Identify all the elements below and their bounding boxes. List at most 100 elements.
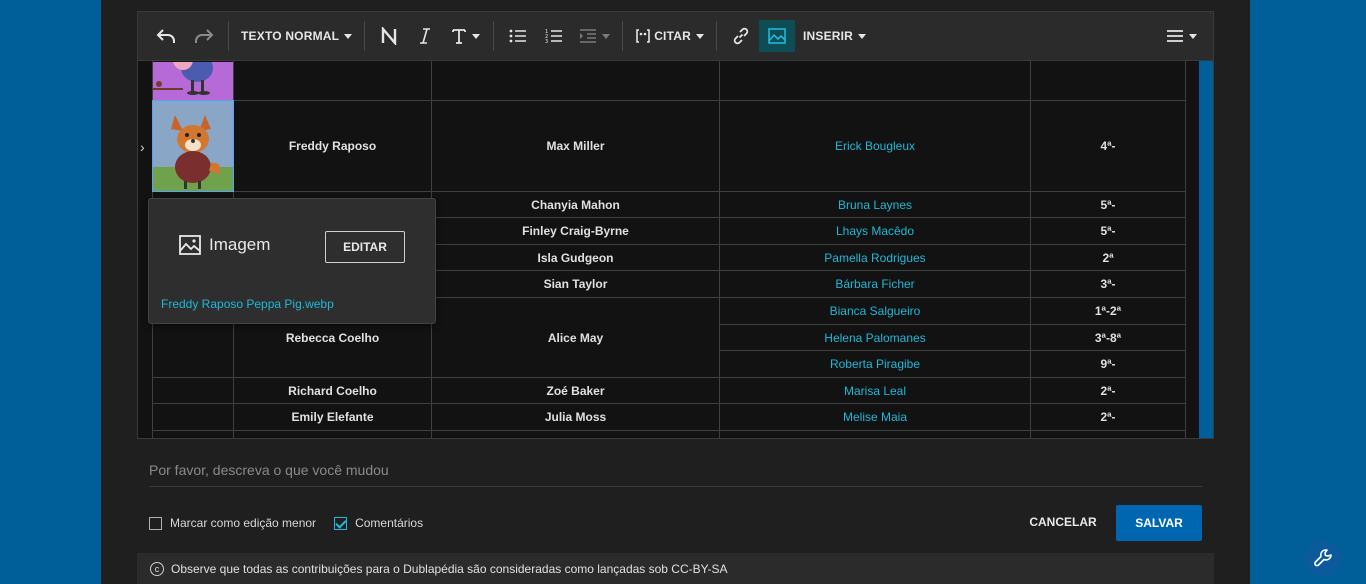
table-cell-original-voice: Alice May [431, 297, 720, 378]
italic-icon [420, 28, 431, 44]
image-button[interactable] [758, 20, 795, 52]
image-context-popup: Imagem EDITAR Freddy Raposo Peppa Pig.we… [148, 198, 436, 324]
table-cell-season: 2ª- [1030, 403, 1186, 431]
table-cell-dubber-link[interactable]: Marisa Leal [719, 377, 1031, 404]
table-cell-season: 5ª- [1030, 217, 1186, 245]
table-cell-dubber-link[interactable]: Erick Bougleux [719, 100, 1031, 192]
table-cell-dubber-link[interactable]: Helena Palomanes [719, 324, 1031, 351]
minor-edit-label: Marcar como edição menor [170, 516, 317, 530]
table-cell [233, 430, 432, 438]
indent-icon [579, 29, 596, 43]
chevron-down-icon [1188, 33, 1197, 39]
visual-editor: TEXTO NORMAL 123 CITAR INSERIR › Freddy … [137, 11, 1214, 439]
editor-toolbar: TEXTO NORMAL 123 CITAR INSERIR [138, 12, 1213, 61]
toolbar-separator [715, 21, 717, 51]
table-cell-character: Richard Coelho [233, 377, 432, 404]
table-cell-season: 4ª- [1030, 100, 1186, 192]
table-row: Richard Coelho Zoé Baker Marisa Leal 2ª- [152, 377, 1186, 404]
chevron-down-icon [471, 33, 480, 39]
chevron-down-icon [601, 33, 610, 39]
table-row: Freddy Raposo Max Miller Erick Bougleux … [152, 100, 1186, 192]
table-cell-dubber-link[interactable]: Pamella Rodrigues [719, 244, 1031, 271]
table-cell-season: 2ª [1030, 244, 1186, 271]
undo-button[interactable] [146, 20, 186, 52]
numbered-list-icon: 123 [545, 29, 563, 44]
toolbar-separator [493, 21, 495, 51]
text-style-dropdown[interactable] [443, 20, 487, 52]
minor-edit-checkbox[interactable] [149, 516, 162, 530]
license-text: Observe que todas as contribuições para … [171, 561, 728, 576]
popup-title: Imagem [179, 235, 270, 255]
hamburger-menu-icon [1166, 30, 1183, 42]
bold-icon [381, 27, 397, 45]
text-style-icon [451, 29, 466, 44]
toolbar-separator [364, 21, 366, 51]
numbered-list-button[interactable]: 123 [536, 20, 572, 52]
table-cell-dubber-link[interactable]: Lhays Macêdo [719, 217, 1031, 245]
toolbar-separator [228, 21, 229, 51]
insert-dropdown[interactable]: INSERIR [795, 20, 874, 52]
wrench-icon [1314, 549, 1332, 567]
right-margin [1250, 0, 1366, 584]
insert-label: INSERIR [802, 29, 854, 43]
editor-scrollbar[interactable] [1199, 61, 1213, 438]
table-cell [719, 430, 1031, 438]
fox-character-image [153, 115, 233, 191]
paragraph-format-label: TEXTO NORMAL [241, 29, 340, 43]
paragraph-format-dropdown[interactable]: TEXTO NORMAL [235, 20, 358, 52]
table-cell-original-voice: Max Miller [431, 100, 720, 192]
table-cell-original-voice: Zoé Baker [431, 377, 720, 404]
table-cell-dubber-link[interactable]: Bruna Laynes [719, 191, 1031, 218]
table-cell [719, 61, 1031, 101]
editor-content[interactable]: › Freddy Raposo Max Miller Erick Bougleu… [138, 61, 1213, 438]
freddy-raposo-image[interactable] [152, 100, 234, 192]
table-cell [152, 377, 234, 404]
italic-button[interactable] [407, 20, 443, 52]
table-cell-dubber-link[interactable]: Roberta Piragibe [719, 350, 1031, 378]
table-cell-original-voice: Finley Craig-Byrne [431, 217, 720, 245]
table-cell [1030, 430, 1186, 438]
table-row [152, 430, 1186, 438]
table-cell-dubber-link[interactable]: Bárbara Ficher [719, 270, 1031, 298]
comments-checkbox[interactable] [334, 516, 348, 530]
image-file-link[interactable]: Freddy Raposo Peppa Pig.webp [161, 297, 334, 311]
comments-label: Comentários [355, 516, 424, 530]
chevron-down-icon [858, 33, 867, 39]
table-cell-original-voice: Chanyia Mahon [431, 191, 720, 218]
cite-dropdown[interactable]: CITAR [629, 20, 710, 52]
table-cell-season: 1ª-2ª [1030, 297, 1186, 325]
table-cell-season: 9ª- [1030, 350, 1186, 378]
bullet-list-button[interactable] [500, 20, 536, 52]
image-icon [768, 28, 786, 44]
bold-button[interactable] [371, 20, 407, 52]
redo-button[interactable] [186, 20, 222, 52]
table-cell-season: 2ª- [1030, 377, 1186, 404]
character-image[interactable] [153, 62, 233, 100]
toolbar-separator [622, 21, 624, 51]
edit-image-button[interactable]: EDITAR [325, 231, 405, 263]
edit-summary-input[interactable]: Por favor, descreva o que você mudou [149, 462, 1202, 487]
link-button[interactable] [723, 20, 759, 52]
image-icon [179, 235, 201, 255]
chevron-down-icon [695, 33, 704, 39]
table-cell-season: 5ª- [1030, 191, 1186, 218]
page-options-menu[interactable] [1161, 20, 1201, 52]
table-cell-image[interactable] [152, 100, 234, 192]
license-notice: c Observe que todas as contribuições par… [137, 553, 1214, 584]
indent-dropdown[interactable] [572, 20, 616, 52]
table-cell [152, 403, 234, 431]
table-cell [431, 61, 720, 101]
table-cell-character: Emily Elefante [233, 403, 432, 431]
table-cell-dubber-link[interactable]: Bianca Salgueiro [719, 297, 1031, 325]
tools-button[interactable] [1305, 540, 1341, 576]
table-cell-original-voice: Julia Moss [431, 403, 720, 431]
chevron-down-icon [344, 33, 353, 39]
cancel-button[interactable]: CANCELAR [1024, 512, 1102, 532]
peppa-character-image [153, 62, 213, 95]
table-cell [1030, 61, 1186, 101]
undo-icon [156, 29, 175, 43]
table-row [152, 61, 1186, 101]
table-cell-dubber-link[interactable]: Melise Maia [719, 403, 1031, 431]
table-cell-image[interactable] [152, 61, 234, 101]
save-button[interactable]: SALVAR [1116, 505, 1202, 541]
